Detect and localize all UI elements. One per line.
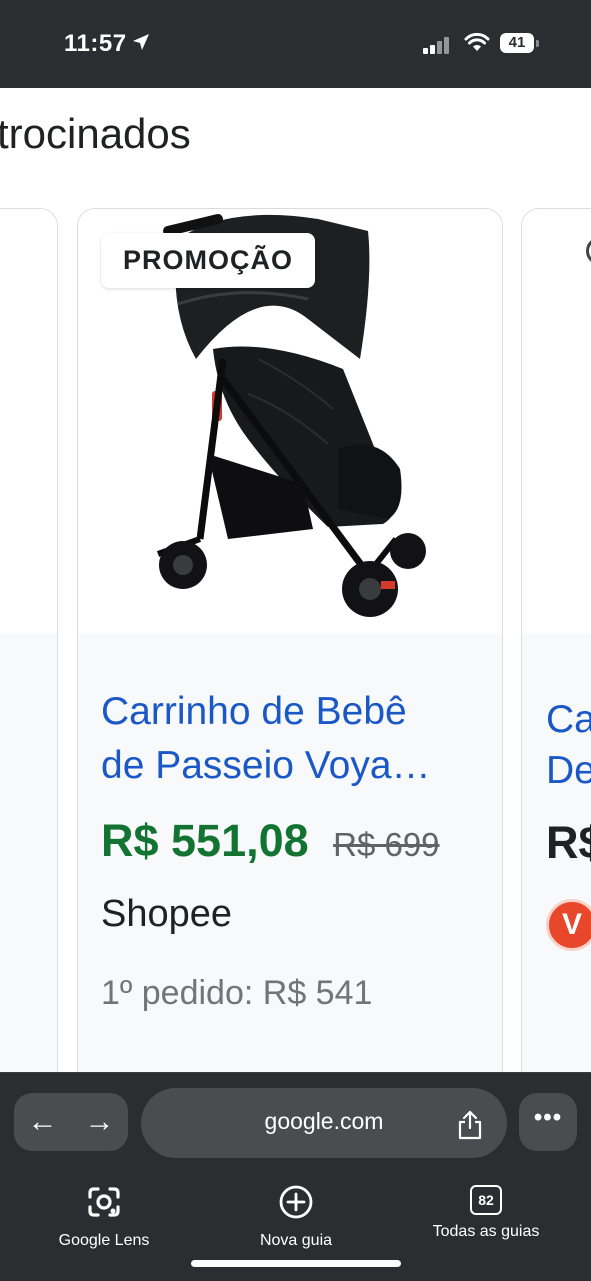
product-title-line-2: de Passeio Voya… [101,744,431,787]
next-card-price: R$ [546,817,591,868]
battery-indicator: 41 [500,33,539,53]
next-card-title-line-1[interactable]: Ca [546,689,591,751]
back-button[interactable]: ← [14,1093,71,1151]
url-text[interactable]: google.com [141,1088,507,1158]
current-price: R$ 551,08 [101,815,309,866]
product-card-next[interactable]: Ca De R$ V [521,208,591,1078]
home-indicator[interactable] [191,1260,401,1267]
share-icon[interactable] [457,1110,483,1140]
google-lens-button[interactable]: Google Lens [44,1185,164,1250]
wifi-icon [464,32,490,51]
status-bar: 11:57 41 [0,0,591,88]
cellular-signal-icon [423,34,453,54]
browser-toolbar: ← → google.com ••• Google Lens Nova guia… [0,1072,591,1281]
first-order-price: 1º pedido: R$ 541 [101,974,373,1012]
original-price: R$ 699 [333,826,440,863]
all-tabs-button[interactable]: 82 Todas as guias [420,1185,552,1241]
product-title-line-1: Carrinho de Bebê [101,690,407,733]
store-logo-icon: V [546,899,591,951]
google-lens-icon [88,1187,120,1217]
section-title: trocinados [0,110,191,157]
new-tab-button[interactable]: Nova guia [236,1185,356,1250]
product-card[interactable]: PROMOÇÃO Carrinho de Bebê de Passeio Voy… [77,208,503,1078]
location-arrow-icon [133,34,149,50]
promo-badge: PROMOÇÃO [101,233,315,288]
forward-button[interactable]: → [71,1093,128,1151]
product-card-previous[interactable]: e e [0,208,58,1078]
store-name: Shopee [101,893,233,935]
new-tab-label: Nova guia [259,1232,333,1249]
next-card-image-fragment [586,237,591,265]
address-bar[interactable]: google.com [141,1088,507,1158]
web-content: trocinados e e [0,88,591,1078]
price-row: R$ 551,08 R$ 699 [101,815,440,867]
tab-count-icon: 82 [470,1185,502,1215]
more-options-button[interactable]: ••• [519,1093,577,1151]
status-time: 11:57 [64,30,127,57]
next-card-title-line-2[interactable]: De [546,749,591,793]
plus-circle-icon [279,1185,313,1219]
google-lens-label: Google Lens [58,1232,150,1249]
all-tabs-label: Todas as guias [432,1223,540,1240]
product-title-link[interactable]: Carrinho de Bebê de Passeio Voya… [101,685,486,793]
navigation-buttons: ← → [14,1093,128,1151]
product-image[interactable]: PROMOÇÃO [78,209,502,633]
